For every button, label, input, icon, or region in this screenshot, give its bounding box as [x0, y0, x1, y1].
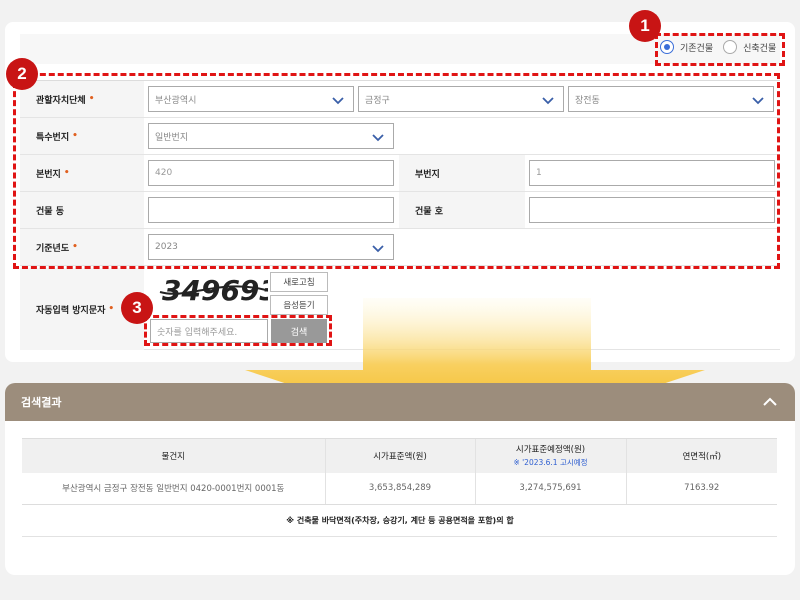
chevron-up-icon[interactable] [761, 393, 779, 411]
step-badge-3: 3 [121, 292, 153, 324]
result-table: 물건지 시가표준액(원) 시가표준예정액(원) ※ '2023.6.1 고시예정 … [22, 438, 777, 505]
step-badge-1: 1 [629, 10, 661, 42]
col-address: 물건지 [22, 438, 325, 473]
result-header: 검색결과 [5, 383, 795, 421]
col-price: 시가표준액(원) [324, 438, 475, 473]
col-expected: 시가표준예정액(원) ※ '2023.6.1 고시예정 [474, 438, 626, 473]
table-row: 부산광역시 금정구 장전동 일반번지 0420-0001번지 0001동 3,6… [22, 472, 777, 505]
highlight-box-captcha-input [144, 315, 332, 346]
table-header-row: 물건지 시가표준액(원) 시가표준예정액(원) ※ '2023.6.1 고시예정 … [22, 438, 777, 473]
cell-expected: 3,274,575,691 [474, 472, 626, 505]
cell-area: 7163.92 [625, 472, 777, 505]
cell-price: 3,653,854,289 [324, 472, 475, 505]
expected-note: ※ '2023.6.1 고시예정 [513, 458, 588, 468]
cell-address: 부산광역시 금정구 장전동 일반번지 0420-0001번지 0001동 [22, 472, 325, 505]
result-card: 검색결과 물건지 시가표준액(원) 시가표준예정액(원) ※ '2023.6.1 … [5, 383, 795, 575]
captcha-refresh-button[interactable]: 새로고침 [270, 272, 328, 292]
highlight-box-building-type [655, 33, 785, 66]
step-badge-2: 2 [6, 58, 38, 90]
required-mark: • [108, 304, 115, 314]
area-footnote: ※ 건축물 바닥면적(주차장, 승강기, 계단 등 공용면적을 포함)의 합 [286, 516, 514, 525]
highlight-box-address-form [13, 73, 780, 269]
result-title: 검색결과 [21, 396, 62, 409]
divider [22, 536, 777, 537]
col-area: 연면적(㎡) [625, 438, 777, 473]
